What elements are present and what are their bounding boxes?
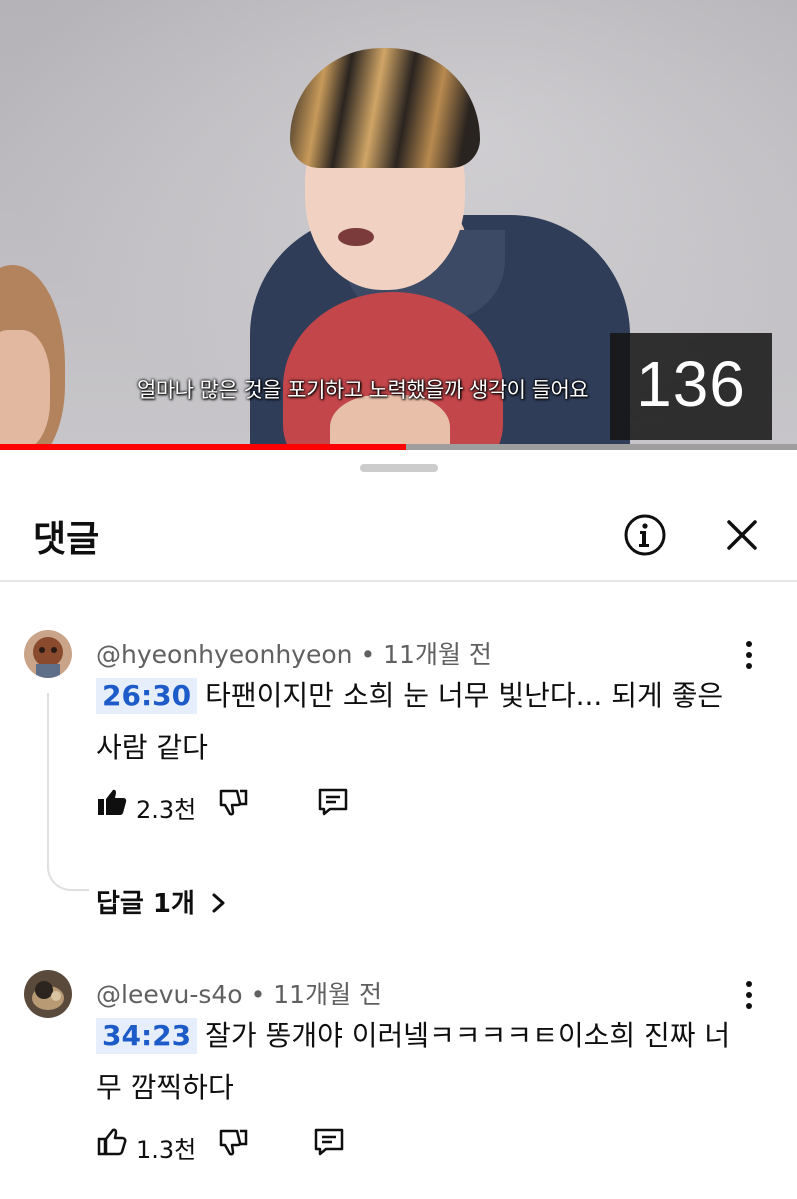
comment-meta: @hyeonhyeonhyeon • 11개월 전 [96, 635, 492, 671]
avatar-image [24, 970, 72, 1018]
comment-bubble-icon [318, 788, 348, 816]
replies-count: 답글 1개 [96, 889, 195, 919]
like-count: 2.3천 [136, 796, 197, 824]
comment-text: 26:30 타팬이지만 소희 눈 너무 빛난다... 되게 좋은 사람 같다 [96, 670, 736, 774]
reply-button[interactable] [312, 1126, 346, 1166]
like-button[interactable] [96, 786, 128, 826]
reply-thread-line [47, 693, 89, 891]
thumbs-down-icon [219, 1129, 248, 1156]
like-button[interactable] [96, 1126, 128, 1166]
dislike-button[interactable] [218, 1126, 250, 1166]
comment-author[interactable]: @leevu-s4o [96, 980, 243, 1009]
video-person-left-face [0, 330, 50, 450]
drag-handle[interactable] [360, 464, 438, 472]
comment-time: 11개월 전 [273, 980, 383, 1009]
meta-separator: • [360, 640, 384, 669]
comment-actions: 2.3천 [96, 786, 366, 826]
timestamp-link[interactable]: 26:30 [96, 678, 198, 714]
comments-title: 댓글 [33, 519, 100, 560]
comment-author[interactable]: @hyeonhyeonhyeon [96, 640, 352, 669]
comment-more-button[interactable] [735, 636, 763, 676]
like-count: 1.3천 [136, 1136, 197, 1164]
thumbs-up-filled-icon [98, 789, 127, 815]
info-circle-icon [624, 514, 666, 556]
comment-text: 34:23 잘가 똥개야 이러넼ㅋㅋㅋㅋㅌ이소희 진짜 너무 깜찍하다 [96, 1010, 736, 1114]
comment-actions: 1.3천 [96, 1126, 366, 1166]
video-person-main-mouth [338, 228, 374, 246]
comment-more-button[interactable] [735, 976, 763, 1016]
reply-button[interactable] [316, 786, 350, 826]
avatar[interactable] [24, 970, 72, 1018]
counter-overlay: 136 [610, 333, 772, 440]
timestamp-link[interactable]: 34:23 [96, 1018, 198, 1054]
more-vertical-icon [746, 641, 752, 669]
video-subtitle: 얼마나 많은 것을 포기하고 노력했을까 생각이 들어요 [137, 378, 589, 402]
video-player[interactable]: 얼마나 많은 것을 포기하고 노력했을까 생각이 들어요 136 [0, 0, 797, 450]
comment-meta: @leevu-s4o • 11개월 전 [96, 975, 382, 1011]
thumbs-up-icon [97, 1128, 127, 1156]
chevron-right-icon [212, 893, 225, 913]
info-button[interactable] [623, 513, 667, 557]
more-vertical-icon [746, 981, 752, 1009]
comment-time: 11개월 전 [383, 640, 492, 669]
avatar-image [24, 630, 72, 678]
header-divider [0, 580, 797, 582]
thumbs-down-icon [219, 789, 248, 816]
comment-bubble-icon [314, 1128, 344, 1156]
counter-number: 136 [636, 348, 746, 420]
meta-separator: • [250, 980, 274, 1009]
view-replies-button[interactable]: 답글 1개 [96, 883, 228, 920]
avatar[interactable] [24, 630, 72, 678]
comments-sheet: 댓글 @hyeonhyeonhyeon • 11개월 전 26:30 타팬이지만… [0, 450, 797, 1199]
close-button[interactable] [720, 513, 764, 557]
dislike-button[interactable] [218, 786, 250, 826]
close-icon [727, 520, 757, 550]
